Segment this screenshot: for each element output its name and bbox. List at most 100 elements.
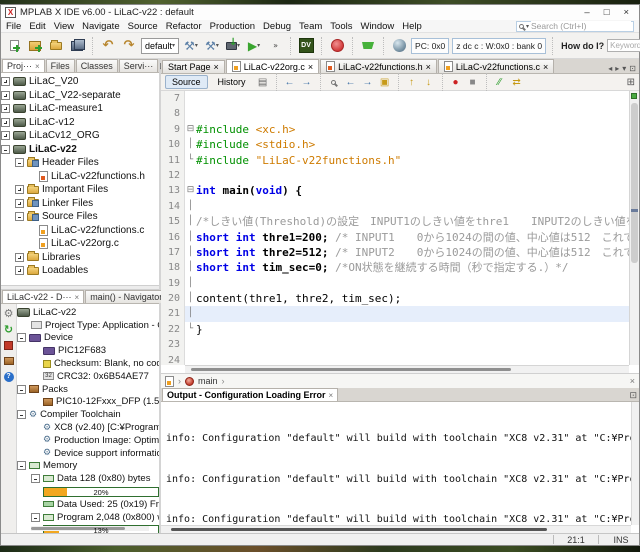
toggle-highlight-icon[interactable]: ▣ [378, 75, 392, 89]
history-view-button[interactable]: History [211, 75, 253, 89]
dash-item-memory[interactable]: Memory [17, 460, 159, 473]
tree-item-important-files[interactable]: Important Files [1, 183, 159, 197]
open-project-button[interactable] [47, 37, 65, 55]
scroll-tabs-left-icon[interactable]: ◂ [608, 64, 612, 73]
tree-item-project[interactable]: LiLaC-v12 [1, 116, 159, 130]
tab-list-dropdown-icon[interactable]: ▾ [622, 64, 626, 73]
packs-button[interactable] [3, 355, 15, 367]
close-icon[interactable]: × [308, 62, 313, 72]
tab-lilac-v22org[interactable]: LiLaC-v22org.c× [226, 59, 319, 73]
breakpoints-button[interactable] [3, 339, 15, 351]
tab-services[interactable]: Servi··· [119, 59, 159, 72]
expand-icon[interactable] [15, 253, 24, 262]
dash-item-device-support[interactable]: ⚙Device support information [17, 447, 159, 460]
collapse-icon[interactable] [17, 461, 26, 470]
mplab-discover-button[interactable] [328, 37, 346, 55]
scrollbar-thumb[interactable] [631, 103, 638, 263]
tab-projects[interactable]: Proj···× [2, 59, 45, 72]
close-icon[interactable]: × [426, 62, 431, 72]
menu-debug[interactable]: Debug [263, 21, 291, 32]
close-icon[interactable]: × [630, 376, 635, 386]
float-window-icon[interactable]: ⊡ [629, 390, 637, 401]
run-project-button[interactable]: ▶▾ [245, 37, 263, 55]
menu-file[interactable]: File [6, 21, 21, 32]
editor-vscrollbar[interactable] [629, 91, 639, 365]
back-icon[interactable]: ← [283, 75, 297, 89]
menu-production[interactable]: Production [210, 21, 255, 32]
code-line[interactable]: 14│ [161, 199, 629, 214]
new-project-button[interactable] [26, 37, 44, 55]
code-line-current[interactable]: 21│ [161, 306, 629, 321]
search-dropdown-icon[interactable]: ▾ [526, 23, 529, 30]
clean-build-dropdown-icon[interactable]: ▾ [216, 42, 219, 49]
dash-item-toolchain[interactable]: ⚙Compiler Toolchain [17, 408, 159, 421]
go-to-header-icon[interactable]: ⇄ [510, 75, 524, 89]
make-program-device-button[interactable]: ↓▾ [224, 37, 242, 55]
more-toolbar-actions-button[interactable]: » [266, 37, 284, 55]
close-button[interactable]: × [623, 7, 629, 18]
find-selection-icon[interactable] [327, 75, 341, 89]
collapse-icon[interactable] [31, 474, 40, 483]
breadcrumb-item-main[interactable]: main [198, 376, 218, 386]
next-bookmark-icon[interactable]: ↓ [422, 75, 436, 89]
dash-item-project-type[interactable]: Project Type: Application - Confi [17, 319, 159, 332]
tree-item-linker-files[interactable]: Linker Files [1, 197, 159, 211]
close-icon[interactable]: × [35, 62, 40, 71]
close-icon[interactable]: × [543, 62, 548, 72]
tree-item-project[interactable]: LiLaC_V22-separate [1, 89, 159, 103]
expand-icon[interactable] [15, 266, 24, 275]
clean-build-button[interactable]: ⚒▾ [203, 37, 221, 55]
code-line[interactable]: 9⊟#include <xc.h> [161, 122, 629, 137]
new-file-button[interactable] [5, 37, 23, 55]
dash-item-xc8[interactable]: ⚙XC8 (v2.40) [C:¥Program File [17, 421, 159, 434]
forward-icon[interactable]: → [300, 75, 314, 89]
collapse-icon[interactable] [31, 513, 40, 522]
code-line[interactable]: 11└#include "LiLaC-v22functions.h" [161, 153, 629, 168]
tab-files[interactable]: Files [46, 59, 75, 72]
menu-navigate[interactable]: Navigate [82, 21, 120, 32]
scroll-tabs-right-icon[interactable]: ▸ [615, 64, 619, 73]
tree-item-file[interactable]: LiLaC-v22functions.c [1, 224, 159, 238]
collapse-icon[interactable] [17, 385, 26, 394]
dash-item-device[interactable]: Device [17, 332, 159, 345]
menu-source[interactable]: Source [128, 21, 158, 32]
comment-icon[interactable]: ∕∕ [493, 75, 507, 89]
tree-item-source-files[interactable]: Source Files [1, 210, 159, 224]
menu-refactor[interactable]: Refactor [166, 21, 202, 32]
dash-item-project[interactable]: LiLaC-v22 [17, 306, 159, 319]
scrollbar-thumb[interactable] [171, 528, 547, 531]
find-next-icon[interactable]: → [361, 75, 375, 89]
collapse-icon[interactable] [17, 410, 26, 419]
split-document-icon[interactable]: ⊞ [627, 77, 635, 88]
code-line[interactable]: 16│short int thre1=200; /* INPUT1 0から102… [161, 230, 629, 245]
tab-lilac-functions-c[interactable]: LiLaC-v22functions.c× [438, 59, 554, 73]
code-line[interactable]: 19│ [161, 276, 629, 291]
dash-item-production-image[interactable]: ⚙Production Image: Optimizatio [17, 434, 159, 447]
dash-item-program-memory[interactable]: Program 2,048 (0x800) words [17, 511, 159, 524]
menu-tools[interactable]: Tools [330, 21, 352, 32]
fold-marker-icon[interactable]: ⊟ [185, 183, 196, 198]
stop-macro-icon[interactable]: ■ [466, 75, 480, 89]
run-dropdown-icon[interactable]: ▾ [257, 42, 260, 49]
scrollbar-thumb[interactable] [191, 368, 511, 371]
web-browser-button[interactable] [390, 37, 408, 55]
output-panel[interactable]: info: Configuration "default" will build… [161, 402, 639, 533]
tree-item-loadables[interactable]: Loadables [1, 264, 159, 278]
code-line[interactable]: 15│/*しきい値(Threshold)の設定 INPUT1のしきい値をthre… [161, 214, 629, 229]
expand-icon[interactable] [15, 199, 24, 208]
code-line[interactable]: 10│#include <stdio.h> [161, 137, 629, 152]
tree-item-project[interactable]: LiLaC_V20 [1, 75, 159, 89]
output-hscrollbar[interactable] [161, 525, 631, 533]
expand-icon[interactable] [1, 91, 10, 100]
collapse-icon[interactable] [17, 333, 26, 342]
code-line[interactable]: 24 [161, 353, 629, 365]
title-bar[interactable]: X MPLAB X IDE v6.00 - LiLaC-v22 : defaul… [1, 5, 639, 20]
tree-item-file[interactable]: LiLaC-v22org.c [1, 237, 159, 251]
tab-output[interactable]: Output - Configuration Loading Error× [162, 388, 338, 401]
search-input[interactable] [531, 21, 631, 31]
how-do-i-input[interactable] [607, 39, 640, 52]
source-view-button[interactable]: Source [165, 75, 208, 89]
close-icon[interactable]: × [214, 62, 219, 72]
code-line[interactable]: 13⊟int main(void) { [161, 183, 629, 198]
maximize-window-icon[interactable]: ⊡ [629, 64, 636, 73]
